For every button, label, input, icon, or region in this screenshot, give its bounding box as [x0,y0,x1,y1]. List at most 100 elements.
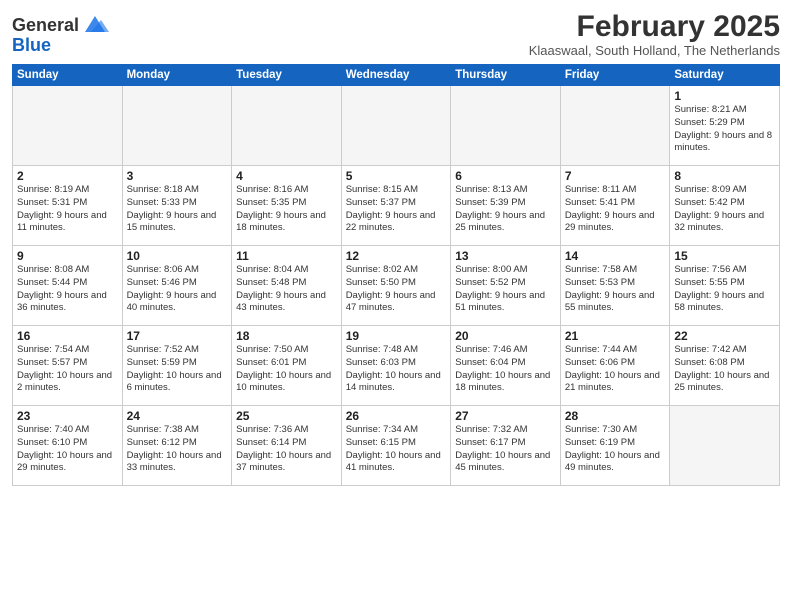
day-number: 17 [127,329,228,343]
table-row: 16Sunrise: 7:54 AM Sunset: 5:57 PM Dayli… [13,326,123,406]
table-row: 3Sunrise: 8:18 AM Sunset: 5:33 PM Daylig… [122,166,232,246]
day-info: Sunrise: 7:34 AM Sunset: 6:15 PM Dayligh… [346,424,447,475]
day-info: Sunrise: 7:46 AM Sunset: 6:04 PM Dayligh… [455,344,556,395]
table-row: 15Sunrise: 7:56 AM Sunset: 5:55 PM Dayli… [670,246,780,326]
table-row: 2Sunrise: 8:19 AM Sunset: 5:31 PM Daylig… [13,166,123,246]
calendar-table: Sunday Monday Tuesday Wednesday Thursday… [12,64,780,486]
table-row: 6Sunrise: 8:13 AM Sunset: 5:39 PM Daylig… [451,166,561,246]
main-container: General Blue February 2025 Klaaswaal, So… [0,0,792,494]
day-number: 23 [17,409,118,423]
table-row: 20Sunrise: 7:46 AM Sunset: 6:04 PM Dayli… [451,326,561,406]
table-row: 14Sunrise: 7:58 AM Sunset: 5:53 PM Dayli… [560,246,670,326]
day-info: Sunrise: 8:18 AM Sunset: 5:33 PM Dayligh… [127,184,228,235]
day-number: 6 [455,169,556,183]
table-row: 22Sunrise: 7:42 AM Sunset: 6:08 PM Dayli… [670,326,780,406]
day-info: Sunrise: 7:42 AM Sunset: 6:08 PM Dayligh… [674,344,775,395]
table-row: 1Sunrise: 8:21 AM Sunset: 5:29 PM Daylig… [670,86,780,166]
day-info: Sunrise: 7:40 AM Sunset: 6:10 PM Dayligh… [17,424,118,475]
col-thursday: Thursday [451,65,561,86]
location: Klaaswaal, South Holland, The Netherland… [529,43,780,58]
table-row: 25Sunrise: 7:36 AM Sunset: 6:14 PM Dayli… [232,406,342,486]
table-row: 24Sunrise: 7:38 AM Sunset: 6:12 PM Dayli… [122,406,232,486]
col-monday: Monday [122,65,232,86]
table-row: 7Sunrise: 8:11 AM Sunset: 5:41 PM Daylig… [560,166,670,246]
calendar-week-row: 1Sunrise: 8:21 AM Sunset: 5:29 PM Daylig… [13,86,780,166]
day-number: 10 [127,249,228,263]
title-block: February 2025 Klaaswaal, South Holland, … [529,10,780,58]
col-tuesday: Tuesday [232,65,342,86]
day-number: 9 [17,249,118,263]
day-info: Sunrise: 7:58 AM Sunset: 5:53 PM Dayligh… [565,264,666,315]
day-info: Sunrise: 8:02 AM Sunset: 5:50 PM Dayligh… [346,264,447,315]
calendar-week-row: 9Sunrise: 8:08 AM Sunset: 5:44 PM Daylig… [13,246,780,326]
day-info: Sunrise: 7:54 AM Sunset: 5:57 PM Dayligh… [17,344,118,395]
table-row [341,86,451,166]
col-wednesday: Wednesday [341,65,451,86]
day-info: Sunrise: 8:16 AM Sunset: 5:35 PM Dayligh… [236,184,337,235]
day-number: 24 [127,409,228,423]
month-year: February 2025 [529,10,780,43]
day-number: 20 [455,329,556,343]
table-row: 26Sunrise: 7:34 AM Sunset: 6:15 PM Dayli… [341,406,451,486]
table-row [451,86,561,166]
day-info: Sunrise: 8:11 AM Sunset: 5:41 PM Dayligh… [565,184,666,235]
day-number: 13 [455,249,556,263]
day-number: 22 [674,329,775,343]
table-row: 18Sunrise: 7:50 AM Sunset: 6:01 PM Dayli… [232,326,342,406]
day-number: 28 [565,409,666,423]
day-number: 16 [17,329,118,343]
table-row: 4Sunrise: 8:16 AM Sunset: 5:35 PM Daylig… [232,166,342,246]
table-row: 21Sunrise: 7:44 AM Sunset: 6:06 PM Dayli… [560,326,670,406]
day-number: 21 [565,329,666,343]
calendar-week-row: 2Sunrise: 8:19 AM Sunset: 5:31 PM Daylig… [13,166,780,246]
day-info: Sunrise: 7:48 AM Sunset: 6:03 PM Dayligh… [346,344,447,395]
table-row [232,86,342,166]
day-info: Sunrise: 8:19 AM Sunset: 5:31 PM Dayligh… [17,184,118,235]
day-number: 26 [346,409,447,423]
day-number: 3 [127,169,228,183]
day-info: Sunrise: 7:56 AM Sunset: 5:55 PM Dayligh… [674,264,775,315]
logo: General Blue [12,14,109,54]
day-info: Sunrise: 8:09 AM Sunset: 5:42 PM Dayligh… [674,184,775,235]
table-row: 11Sunrise: 8:04 AM Sunset: 5:48 PM Dayli… [232,246,342,326]
table-row [670,406,780,486]
col-saturday: Saturday [670,65,780,86]
day-number: 8 [674,169,775,183]
col-friday: Friday [560,65,670,86]
header: General Blue February 2025 Klaaswaal, So… [12,10,780,58]
table-row: 8Sunrise: 8:09 AM Sunset: 5:42 PM Daylig… [670,166,780,246]
day-info: Sunrise: 8:06 AM Sunset: 5:46 PM Dayligh… [127,264,228,315]
day-number: 14 [565,249,666,263]
table-row [13,86,123,166]
day-info: Sunrise: 7:38 AM Sunset: 6:12 PM Dayligh… [127,424,228,475]
day-info: Sunrise: 8:04 AM Sunset: 5:48 PM Dayligh… [236,264,337,315]
day-number: 12 [346,249,447,263]
table-row: 13Sunrise: 8:00 AM Sunset: 5:52 PM Dayli… [451,246,561,326]
day-number: 15 [674,249,775,263]
table-row: 19Sunrise: 7:48 AM Sunset: 6:03 PM Dayli… [341,326,451,406]
calendar-week-row: 16Sunrise: 7:54 AM Sunset: 5:57 PM Dayli… [13,326,780,406]
table-row: 9Sunrise: 8:08 AM Sunset: 5:44 PM Daylig… [13,246,123,326]
table-row: 10Sunrise: 8:06 AM Sunset: 5:46 PM Dayli… [122,246,232,326]
day-info: Sunrise: 7:52 AM Sunset: 5:59 PM Dayligh… [127,344,228,395]
table-row: 12Sunrise: 8:02 AM Sunset: 5:50 PM Dayli… [341,246,451,326]
day-number: 25 [236,409,337,423]
day-number: 5 [346,169,447,183]
day-info: Sunrise: 8:15 AM Sunset: 5:37 PM Dayligh… [346,184,447,235]
day-number: 1 [674,89,775,103]
day-info: Sunrise: 8:00 AM Sunset: 5:52 PM Dayligh… [455,264,556,315]
table-row: 23Sunrise: 7:40 AM Sunset: 6:10 PM Dayli… [13,406,123,486]
logo-text-blue: Blue [12,36,109,54]
day-info: Sunrise: 7:32 AM Sunset: 6:17 PM Dayligh… [455,424,556,475]
calendar-header-row: Sunday Monday Tuesday Wednesday Thursday… [13,65,780,86]
day-number: 18 [236,329,337,343]
day-info: Sunrise: 8:08 AM Sunset: 5:44 PM Dayligh… [17,264,118,315]
day-info: Sunrise: 8:13 AM Sunset: 5:39 PM Dayligh… [455,184,556,235]
day-info: Sunrise: 7:50 AM Sunset: 6:01 PM Dayligh… [236,344,337,395]
table-row: 28Sunrise: 7:30 AM Sunset: 6:19 PM Dayli… [560,406,670,486]
day-number: 4 [236,169,337,183]
day-number: 7 [565,169,666,183]
day-info: Sunrise: 7:44 AM Sunset: 6:06 PM Dayligh… [565,344,666,395]
day-number: 19 [346,329,447,343]
table-row: 5Sunrise: 8:15 AM Sunset: 5:37 PM Daylig… [341,166,451,246]
